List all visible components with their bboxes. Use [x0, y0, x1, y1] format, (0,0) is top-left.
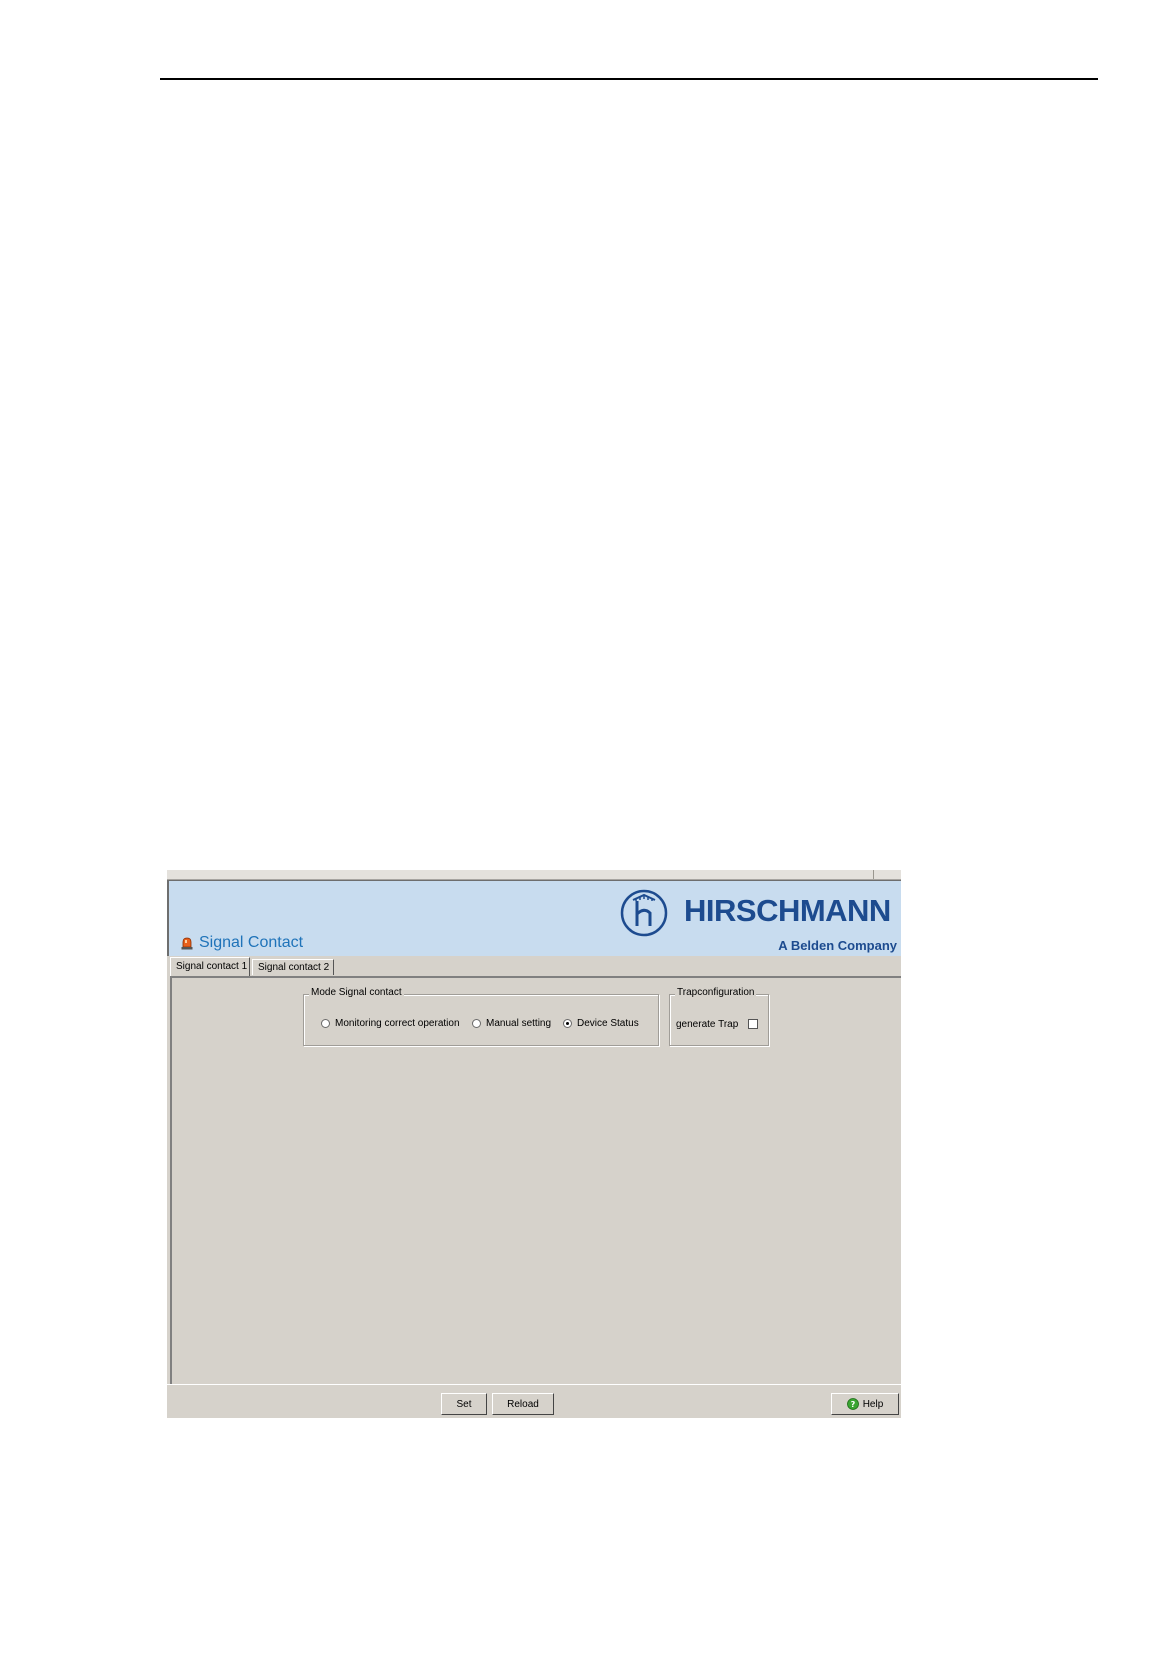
tab-bar: Signal contact 1 Signal contact 2 [167, 956, 901, 976]
hirschmann-logo-icon [620, 889, 668, 937]
strip-divider [873, 870, 874, 879]
reload-button[interactable]: Reload [492, 1393, 554, 1415]
set-button-label: Set [456, 1398, 472, 1410]
help-button-label: Help [862, 1398, 884, 1410]
radio-manual-label: Manual setting [486, 1018, 552, 1029]
help-icon: ? [846, 1398, 859, 1410]
page-title: Signal Contact [199, 934, 304, 951]
radio-monitoring-dot[interactable] [321, 1019, 330, 1028]
button-bar: Set Reload ? Help [167, 1384, 901, 1418]
radio-device-status-dot[interactable] [563, 1019, 572, 1028]
reload-button-label: Reload [507, 1398, 539, 1410]
tab-signal-contact-1[interactable]: Signal contact 1 [170, 957, 250, 976]
mode-signal-contact-group: Mode Signal contact Monitoring correct o… [303, 987, 659, 1046]
radio-monitoring-correct-operation[interactable]: Monitoring correct operation [321, 1018, 460, 1029]
header-banner: HIRSCHMANN A Belden Company Signal Conta… [167, 880, 901, 956]
brand-subtitle: A Belden Company [778, 938, 897, 953]
mode-group-legend: Mode Signal contact [309, 987, 404, 998]
alarm-light-icon [181, 937, 193, 950]
tab-signal-contact-2[interactable]: Signal contact 2 [252, 959, 334, 975]
radio-device-status-label: Device Status [577, 1018, 639, 1029]
generate-trap-checkbox[interactable] [748, 1019, 758, 1029]
app-window: HIRSCHMANN A Belden Company Signal Conta… [167, 870, 901, 1418]
set-button[interactable]: Set [441, 1393, 487, 1415]
help-button[interactable]: ? Help [831, 1393, 899, 1415]
page-header-rule [160, 78, 1098, 80]
tab-content-panel: Mode Signal contact Monitoring correct o… [170, 976, 901, 1384]
radio-device-status[interactable]: Device Status [563, 1018, 639, 1029]
radio-manual-dot[interactable] [472, 1019, 481, 1028]
window-top-strip [167, 870, 901, 880]
brand-name: HIRSCHMANN [684, 893, 891, 928]
radio-monitoring-label: Monitoring correct operation [335, 1018, 460, 1029]
generate-trap-label: generate Trap [676, 1019, 739, 1030]
trap-group-legend: Trapconfiguration [675, 987, 757, 998]
svg-text:?: ? [850, 1400, 855, 1409]
radio-manual-setting[interactable]: Manual setting [472, 1018, 551, 1029]
trap-configuration-group: Trapconfiguration generate Trap [669, 987, 769, 1046]
